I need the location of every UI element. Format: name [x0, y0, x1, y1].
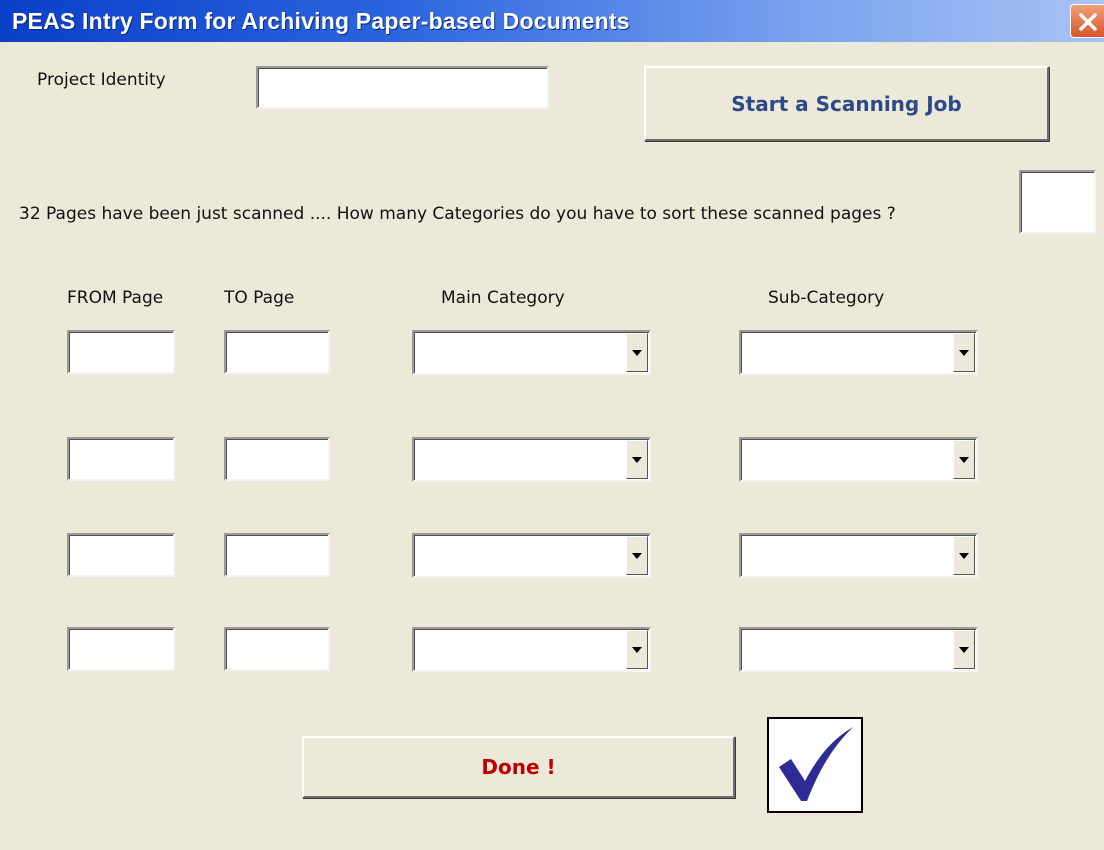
- sub-category-select-1[interactable]: [739, 330, 978, 375]
- window-title: PEAS Intry Form for Archiving Paper-base…: [12, 8, 630, 34]
- done-button[interactable]: Done !: [302, 736, 735, 798]
- close-x-icon: [1079, 13, 1097, 31]
- chevron-down-icon: [959, 647, 969, 653]
- entry-form-window: PEAS Intry Form for Archiving Paper-base…: [0, 0, 1104, 850]
- dropdown-arrow-button[interactable]: [953, 630, 975, 669]
- sub-category-select-4[interactable]: [739, 627, 978, 672]
- chevron-down-icon: [632, 647, 642, 653]
- sub-category-select-3[interactable]: [739, 533, 978, 578]
- from-page-input-4[interactable]: [67, 627, 175, 671]
- start-scanning-job-button[interactable]: Start a Scanning Job: [644, 66, 1049, 141]
- project-identity-label: Project Identity: [37, 70, 166, 90]
- chevron-down-icon: [632, 350, 642, 356]
- categories-count-input[interactable]: [1019, 170, 1096, 234]
- dropdown-arrow-button[interactable]: [953, 333, 975, 372]
- sub-category-select-2[interactable]: [739, 437, 978, 482]
- confirm-checkmark-box[interactable]: [767, 717, 863, 813]
- dropdown-arrow-button[interactable]: [626, 536, 648, 575]
- dropdown-arrow-button[interactable]: [953, 440, 975, 479]
- categories-question-label: 32 Pages have been just scanned .... How…: [19, 204, 896, 224]
- main-category-select-1[interactable]: [412, 330, 651, 375]
- title-bar[interactable]: PEAS Intry Form for Archiving Paper-base…: [0, 0, 1104, 42]
- dropdown-arrow-button[interactable]: [626, 630, 648, 669]
- main-category-select-3[interactable]: [412, 533, 651, 578]
- from-page-header: FROM Page: [67, 288, 164, 308]
- to-page-header: TO Page: [224, 288, 295, 308]
- to-page-input-3[interactable]: [224, 533, 330, 577]
- close-button[interactable]: [1070, 4, 1104, 38]
- main-category-header: Main Category: [441, 288, 565, 308]
- sub-category-header: Sub-Category: [768, 288, 885, 308]
- main-category-select-2[interactable]: [412, 437, 651, 482]
- from-page-input-3[interactable]: [67, 533, 175, 577]
- from-page-input-1[interactable]: [67, 330, 175, 374]
- to-page-input-1[interactable]: [224, 330, 330, 374]
- chevron-down-icon: [632, 457, 642, 463]
- chevron-down-icon: [959, 553, 969, 559]
- checkmark-icon: [779, 727, 853, 801]
- chevron-down-icon: [632, 553, 642, 559]
- to-page-input-2[interactable]: [224, 437, 330, 481]
- dropdown-arrow-button[interactable]: [626, 440, 648, 479]
- from-page-input-2[interactable]: [67, 437, 175, 481]
- project-identity-input[interactable]: [256, 66, 549, 109]
- chevron-down-icon: [959, 350, 969, 356]
- dropdown-arrow-button[interactable]: [953, 536, 975, 575]
- to-page-input-4[interactable]: [224, 627, 330, 671]
- chevron-down-icon: [959, 457, 969, 463]
- dropdown-arrow-button[interactable]: [626, 333, 648, 372]
- main-category-select-4[interactable]: [412, 627, 651, 672]
